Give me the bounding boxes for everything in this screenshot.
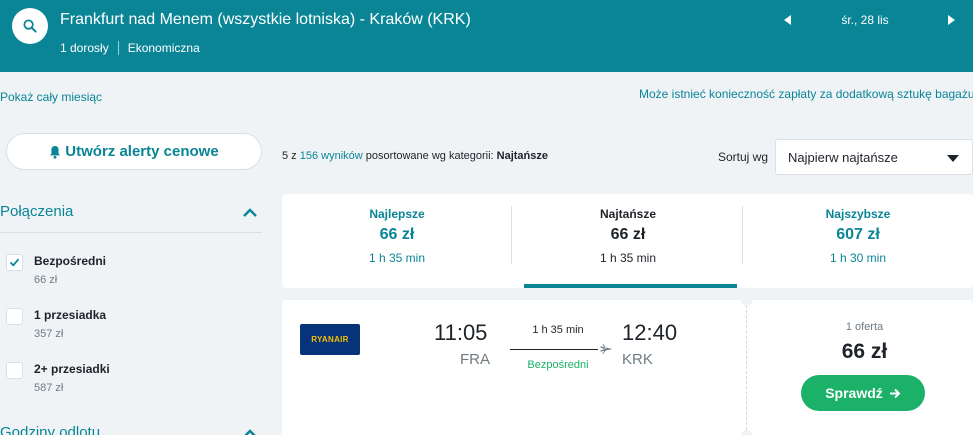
filter-price: 66 zł [34,274,58,286]
checkmark-icon [9,258,20,267]
results-sorted-text: posortowane wg kategorii: [365,150,494,162]
sort-dropdown[interactable]: Najpierw najtańsze [775,139,973,175]
search-icon [23,19,37,33]
chevron-up-icon[interactable] [242,427,258,435]
details-divider [117,41,119,55]
filter-two-plus-stops[interactable]: 2+ przesiadki 587 zł [6,359,256,399]
flight-price: 66 zł [841,340,888,363]
alert-button-label: Utwórz alerty cenowe [65,143,219,160]
check-flight-button[interactable]: Sprawdź [801,375,925,411]
results-category: Najtańsze [496,150,549,162]
card-divider [746,300,747,435]
baggage-fee-link[interactable]: Może istnieć konieczność zapłaty za doda… [639,87,973,101]
connections-filter-title[interactable]: Połączenia [0,203,73,220]
sidebar-divider [0,232,262,233]
results-count-link[interactable]: 156 wyników [300,150,363,162]
filter-one-stop[interactable]: 1 przesiadka 357 zł [6,305,256,345]
tab-cheapest[interactable]: Najtańsze 66 zł 1 h 35 min [513,194,743,288]
sort-tabs: Najlepsze 66 zł 1 h 35 min Najtańsze 66 … [282,194,973,288]
create-price-alert-button[interactable]: Utwórz alerty cenowe [6,133,262,170]
cabin-class: Ekonomiczna [127,41,200,55]
flight-result-card[interactable]: RYANAIR 11:05 FRA 1 h 35 min Bezpośredni… [282,295,973,435]
tab-price: 607 zł [836,226,880,243]
results-summary: 5 z 156 wyników posortowane wg kategorii… [282,150,548,162]
bell-icon [50,145,61,159]
tab-duration: 1 h 30 min [829,251,887,265]
filter-label: 2+ przesiadki [34,362,110,376]
stops-info: Bezpośredni [527,359,589,371]
route-title[interactable]: Frankfurt nad Menem (wszystkie lotniska)… [60,11,471,29]
flight-duration: 1 h 35 min [532,324,584,336]
tab-best[interactable]: Najlepsze 66 zł 1 h 35 min [282,194,512,288]
show-whole-month-link[interactable]: Pokaż cały miesiąc [0,90,102,104]
tab-price: 66 zł [379,226,415,243]
departure-times-filter-title[interactable]: Godziny odlotu [0,424,100,435]
search-header: Frankfurt nad Menem (wszystkie lotniska)… [0,0,973,72]
tab-fastest[interactable]: Najszybsze 607 zł 1 h 30 min [743,194,973,288]
filter-direct[interactable]: Bezpośredni 66 zł [6,251,256,291]
filter-price: 587 zł [34,382,64,394]
card-notch [741,295,752,306]
filter-label: Bezpośredni [34,254,107,268]
selected-date[interactable]: śr., 28 lis [800,13,930,27]
sort-value: Najpierw najtańsze [788,150,898,165]
chevron-up-icon[interactable] [242,206,258,218]
departure-time: 11:05 [434,320,488,345]
passengers-count: 1 dorosły [60,41,109,55]
airplane-icon [600,344,613,354]
one-stop-checkbox[interactable] [6,308,23,325]
arrival-time: 12:40 [622,320,678,345]
tab-name: Najszybsze [825,207,891,221]
departure-airport-code: FRA [460,351,490,368]
tab-price: 66 zł [610,226,646,243]
filter-price: 357 zł [34,328,64,340]
sort-label: Sortuj wg [718,150,769,164]
tab-duration: 1 h 35 min [599,251,657,265]
check-button-label: Sprawdź [825,385,883,401]
next-date-arrow-icon[interactable] [944,12,958,28]
arrow-right-icon [889,388,901,398]
caret-down-icon [947,155,959,162]
tab-divider [511,206,512,264]
route-line [510,349,598,350]
arrival-airport-code: KRK [622,351,653,368]
previous-date-arrow-icon[interactable] [781,12,795,28]
direct-checkbox[interactable] [6,254,23,271]
card-notch [741,430,752,435]
filter-label: 1 przesiadka [34,308,107,322]
offers-count: 1 oferta [845,321,884,333]
tab-name: Najlepsze [369,207,425,221]
trip-details[interactable]: 1 dorosły Ekonomiczna [60,41,200,55]
active-tab-indicator [524,284,737,288]
tab-name: Najtańsze [599,207,657,221]
results-prefix: 5 z [282,150,297,162]
tab-duration: 1 h 35 min [368,251,426,265]
two-plus-stops-checkbox[interactable] [6,362,23,379]
search-button[interactable] [12,8,48,44]
ryanair-logo: RYANAIR [300,324,360,355]
